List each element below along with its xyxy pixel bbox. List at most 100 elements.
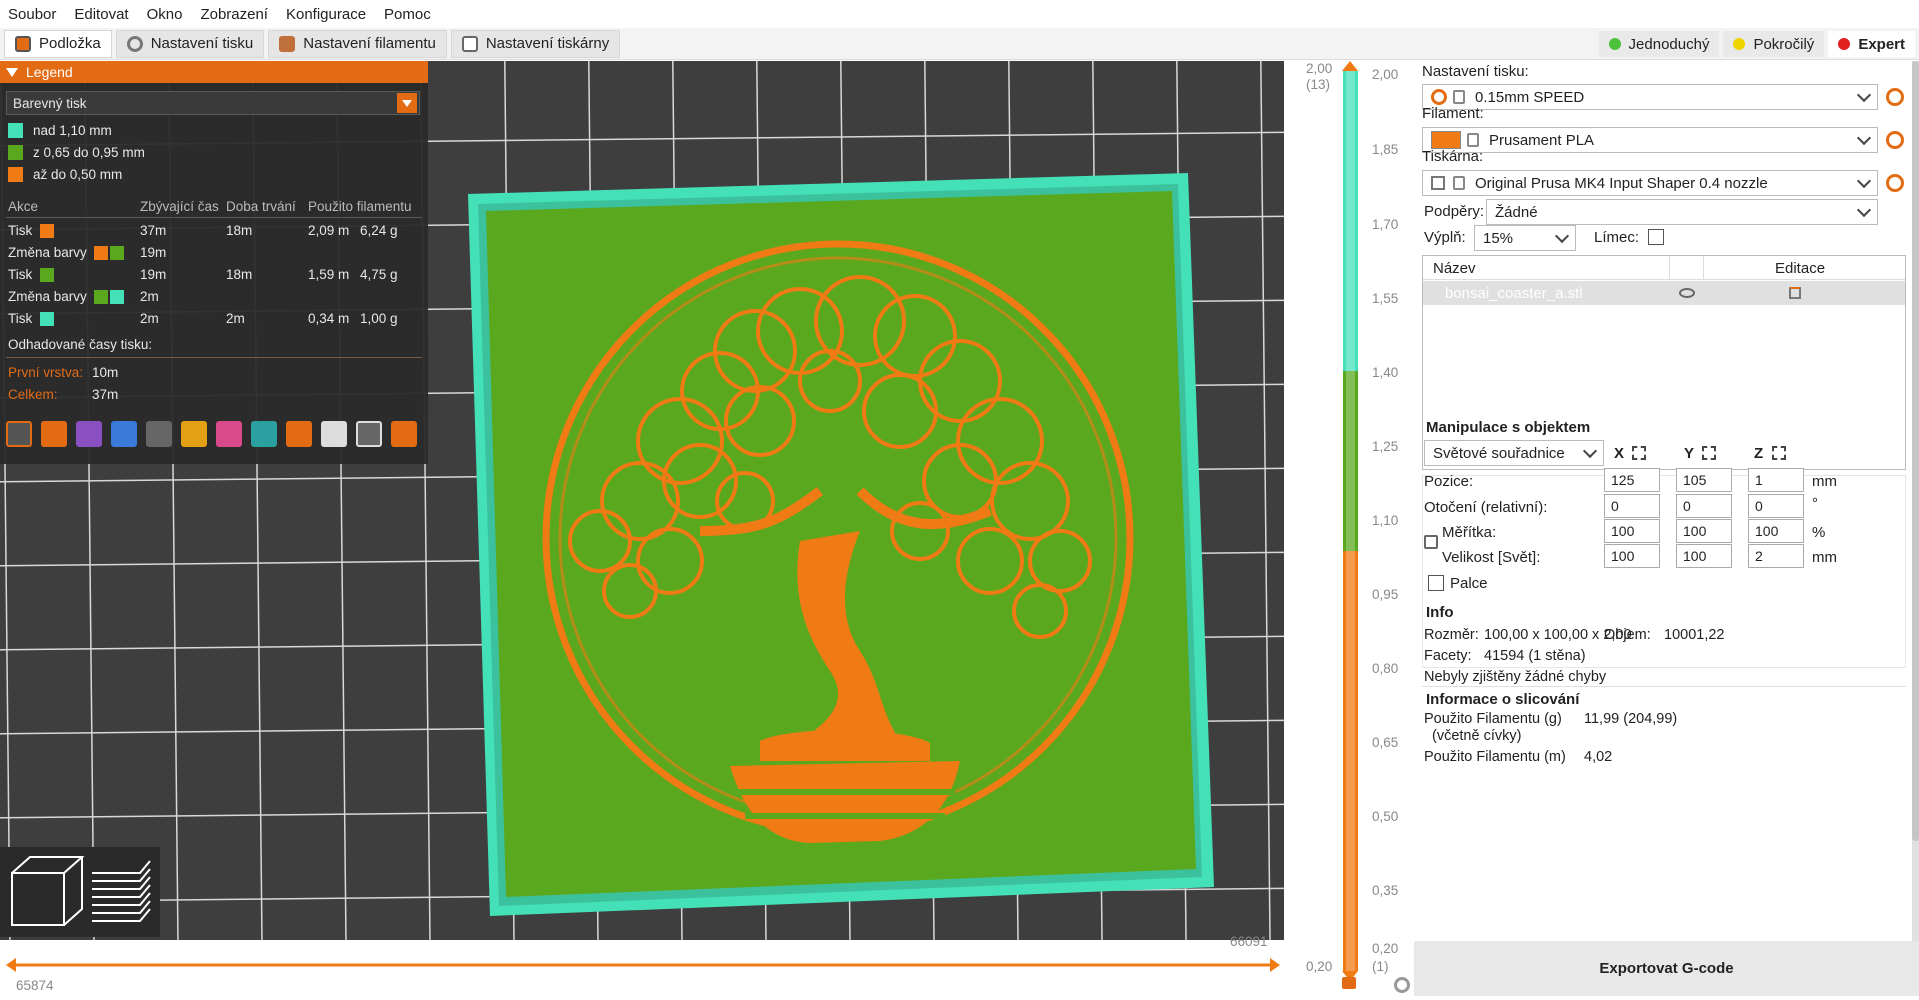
tab-printer-settings[interactable]: Nastavení tiskárny [450, 29, 621, 58]
scale-x-input[interactable]: 100 [1604, 519, 1660, 543]
right-thumb[interactable] [1270, 958, 1280, 972]
mode-expert-button[interactable]: Expert [1828, 31, 1915, 57]
tab-filament-settings-label: Nastavení filamentu [303, 35, 436, 52]
eye-icon[interactable] [1679, 288, 1695, 298]
position-y-input[interactable]: 105 [1676, 468, 1732, 492]
mode-simple-button[interactable]: Jednoduchý [1598, 31, 1720, 57]
rotation-z-input[interactable]: 0 [1748, 494, 1804, 518]
axis-z-label: Z [1754, 445, 1764, 462]
tool-marker-icon[interactable] [391, 421, 417, 447]
menu-window[interactable]: Okno [147, 6, 183, 23]
print-settings-select[interactable]: 0.15mm SPEED [1422, 84, 1878, 110]
scale-z-input[interactable]: 100 [1748, 519, 1804, 543]
axis-x-icon [1632, 446, 1646, 460]
color-changes-icon[interactable] [216, 421, 242, 447]
tool-changes-icon[interactable] [181, 421, 207, 447]
plater-icon [15, 35, 31, 52]
first-layer-row: První vrstva: 10m [8, 365, 422, 383]
legend-header[interactable]: Legend [0, 61, 428, 83]
sidebar-scrollbar[interactable] [1912, 61, 1919, 941]
objects-list-header: Název Editace [1423, 256, 1905, 280]
list-item[interactable]: bonsai_coaster_a.stl [1423, 281, 1905, 305]
supports-select[interactable]: Žádné [1486, 199, 1878, 225]
mode-advanced-button[interactable]: Pokročilý [1723, 31, 1825, 57]
position-z-input[interactable]: 1 [1748, 468, 1804, 492]
brim-checkbox[interactable] [1648, 229, 1664, 245]
size-y-input[interactable]: 100 [1676, 544, 1732, 568]
filament-select[interactable]: Prusament PLA [1422, 127, 1878, 153]
export-gcode-label: Exportovat G-code [1599, 960, 1734, 977]
position-label: Pozice: [1424, 473, 1474, 490]
view-mode-widget[interactable] [0, 847, 160, 937]
horizontal-move-slider[interactable]: 66091 65874 [0, 934, 1306, 996]
menu-configuration[interactable]: Konfigurace [286, 6, 366, 23]
legend-table-header: Akce Zbývající čas Doba trvání Použito f… [8, 199, 422, 217]
lock-icon[interactable] [1342, 977, 1356, 989]
row-remaining: 37m [140, 223, 167, 238]
wipe-icon[interactable] [41, 421, 67, 447]
retractions-icon[interactable] [76, 421, 102, 447]
pause-prints-icon[interactable] [251, 421, 277, 447]
travel-icon[interactable] [6, 421, 32, 447]
used-g-label: Použito Filamentu (g) [1424, 711, 1562, 727]
coordinates-select[interactable]: Světové souřadnice [1424, 440, 1604, 466]
printer-edit-icon[interactable] [1886, 174, 1904, 192]
size-x-input[interactable]: 100 [1604, 544, 1660, 568]
tick-label: 1,10 [1372, 513, 1399, 528]
col-duration: Doba trvání [226, 199, 296, 214]
view-type-select[interactable]: Barevný tisk [6, 91, 420, 115]
color-swatch [40, 268, 54, 282]
row-duration: 18m [226, 267, 253, 282]
printer-select[interactable]: Original Prusa MK4 Input Shaper 0.4 nozz… [1422, 170, 1878, 196]
inches-checkbox[interactable] [1428, 575, 1444, 591]
infill-select[interactable]: 15% [1474, 225, 1576, 251]
left-thumb[interactable] [6, 958, 16, 972]
tab-plater[interactable]: Podložka [4, 29, 112, 58]
menu-view[interactable]: Zobrazení [200, 6, 268, 23]
export-gcode-button[interactable]: Exportovat G-code [1414, 941, 1919, 996]
custom-gcodes-icon[interactable] [286, 421, 312, 447]
menu-bar: Soubor Editovat Okno Zobrazení Konfigura… [0, 0, 1919, 28]
menu-file[interactable]: Soubor [8, 6, 56, 23]
mode-switcher: Jednoduchý Pokročilý Expert [1598, 31, 1919, 57]
first-layer-label: První vrstva: [8, 365, 84, 380]
lock-icon[interactable] [1424, 535, 1438, 549]
table-row: Změna barvy 19m [8, 245, 422, 263]
layer-slider[interactable]: 2,00 (13) 2,00 1,85 1,70 1,55 1,40 1,25 … [1284, 61, 1414, 996]
scrollbar-thumb[interactable] [1912, 61, 1919, 841]
rotation-x-input[interactable]: 0 [1604, 494, 1660, 518]
filament-edit-icon[interactable] [1886, 131, 1904, 149]
col-used: Použito filamentu [308, 199, 412, 214]
total-row: Celkem: 37m [8, 387, 422, 405]
filament-label: Filament: [1422, 105, 1484, 122]
menu-help[interactable]: Pomoc [384, 6, 431, 23]
used-g-sub: (včetně cívky) [1432, 728, 1522, 744]
position-x-value: 125 [1611, 472, 1635, 488]
print-settings-edit-icon[interactable] [1886, 88, 1904, 106]
view-type-value: Barevný tisk [13, 95, 87, 111]
size-z-value: 2 [1755, 548, 1763, 564]
filament-color-swatch[interactable] [1431, 131, 1461, 149]
axis-y-icon [1702, 446, 1716, 460]
row-length: 2,09 m [308, 223, 350, 238]
legend-panel: Legend Barevný tisk nad 1,10 mm z 0,65 d… [0, 61, 428, 464]
shells-icon[interactable] [356, 421, 382, 447]
rotation-y-input[interactable]: 0 [1676, 494, 1732, 518]
size-unit: mm [1812, 549, 1837, 566]
center-of-gravity-icon[interactable] [321, 421, 347, 447]
axis-y-label: Y [1684, 445, 1695, 462]
seams-icon[interactable] [146, 421, 172, 447]
top-thumb[interactable] [1342, 61, 1358, 71]
edit-object-icon[interactable] [1789, 287, 1801, 299]
menu-edit[interactable]: Editovat [74, 6, 128, 23]
row-duration: 18m [226, 223, 253, 238]
size-z-input[interactable]: 2 [1748, 544, 1804, 568]
tab-print-settings[interactable]: Nastavení tisku [115, 29, 265, 58]
divider [1422, 686, 1906, 687]
tab-filament-settings[interactable]: Nastavení filamentu [268, 29, 447, 58]
bottom-layer: (1) [1372, 959, 1389, 974]
deretractions-icon[interactable] [111, 421, 137, 447]
cog-icon[interactable] [1394, 977, 1410, 993]
position-x-input[interactable]: 125 [1604, 468, 1660, 492]
scale-y-input[interactable]: 100 [1676, 519, 1732, 543]
